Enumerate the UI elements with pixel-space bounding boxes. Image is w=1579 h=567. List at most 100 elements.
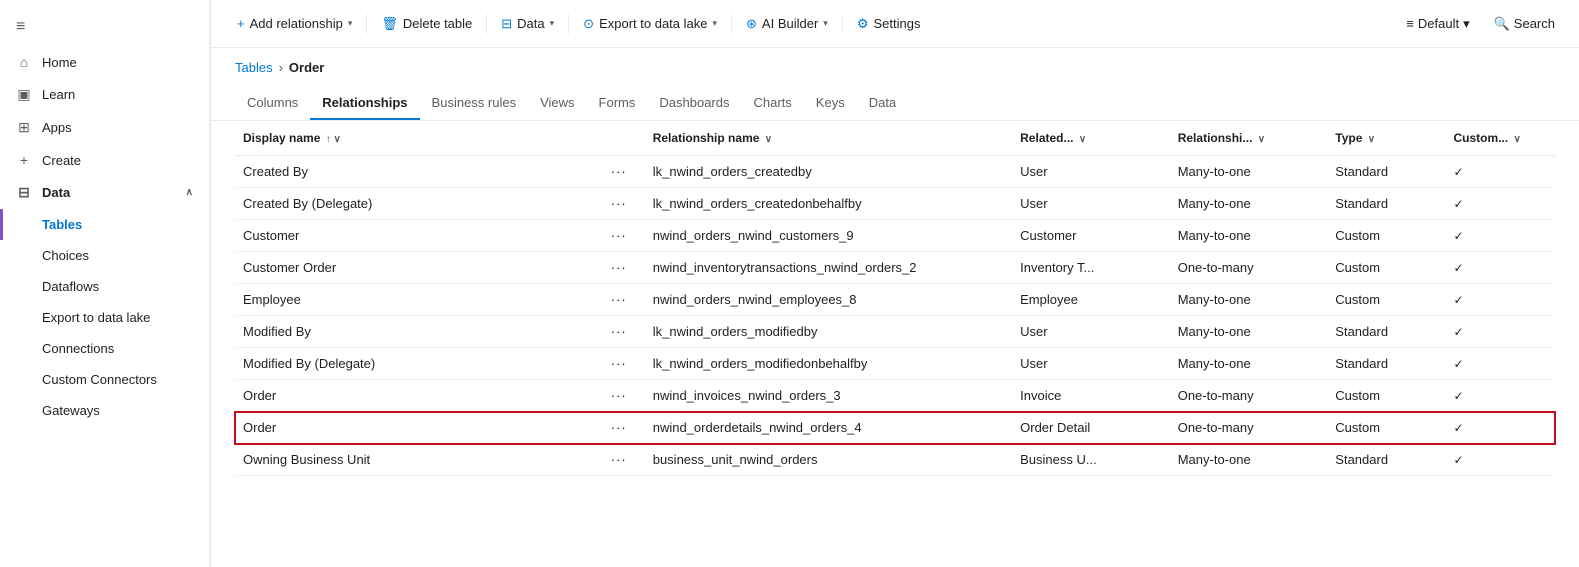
tab-views[interactable]: Views [528,87,586,120]
delete-table-label: Delete table [403,16,472,31]
sidebar-item-choices[interactable]: Choices [0,240,209,271]
data-toolbar-icon: ⊟ [501,16,512,32]
cell-type-4: Custom [1327,284,1445,316]
sidebar-item-tables[interactable]: Tables [0,209,209,240]
cell-relname-3: nwind_inventorytransactions_nwind_orders… [645,252,1012,284]
check-icon: ✓ [1453,197,1463,211]
sidebar-item-gateways[interactable]: Gateways [0,395,209,426]
table-row[interactable]: Order ··· nwind_orderdetails_nwind_order… [235,412,1555,444]
sidebar-item-connections[interactable]: Connections [0,333,209,364]
ai-builder-button[interactable]: ⊛ AI Builder ▾ [736,10,838,38]
tab-relationships[interactable]: Relationships [310,87,419,120]
tab-data[interactable]: Data [857,87,908,120]
cell-dots-3[interactable]: ··· [603,252,645,284]
table-row[interactable]: Owning Business Unit ··· business_unit_n… [235,444,1555,476]
cell-relship-0: Many-to-one [1170,156,1328,188]
cell-dots-0[interactable]: ··· [603,156,645,188]
th-relationship-name[interactable]: Relationship name ∨ [645,121,1012,156]
tab-keys[interactable]: Keys [804,87,857,120]
cell-dots-7[interactable]: ··· [603,380,645,412]
cell-dots-9[interactable]: ··· [603,444,645,476]
search-label: Search [1514,16,1555,31]
cell-custom-6: ✓ [1445,348,1555,380]
th-type[interactable]: Type ∨ [1327,121,1445,156]
tab-dashboards[interactable]: Dashboards [647,87,741,120]
cell-dots-4[interactable]: ··· [603,284,645,316]
table-row[interactable]: Created By (Delegate) ··· lk_nwind_order… [235,188,1555,220]
th-custom[interactable]: Custom... ∨ [1445,121,1555,156]
sidebar-item-apps-label: Apps [42,120,72,135]
table-row[interactable]: Modified By (Delegate) ··· lk_nwind_orde… [235,348,1555,380]
table-row[interactable]: Order ··· nwind_invoices_nwind_orders_3 … [235,380,1555,412]
tab-business-rules[interactable]: Business rules [420,87,529,120]
sidebar-item-home[interactable]: ⌂ Home [0,46,209,78]
breadcrumb: Tables › Order [235,60,1555,75]
hamburger-button[interactable]: ≡ [0,8,209,46]
delete-table-button[interactable]: 🗑 Delete table [371,10,482,38]
ai-chevron-icon: ▾ [823,18,828,29]
create-icon: + [16,152,32,168]
cell-type-7: Custom [1327,380,1445,412]
cell-display-3: Customer Order [235,252,603,284]
main-content: + Add relationship ▾ 🗑 Delete table ⊟ Da… [211,0,1579,567]
ai-icon: ⊛ [746,16,757,32]
search-icon: 🔍 [1494,16,1510,32]
export-button[interactable]: ⊙ Export to data lake ▾ [573,10,727,38]
sidebar-item-create[interactable]: + Create [0,144,209,176]
table-row[interactable]: Created By ··· lk_nwind_orders_createdby… [235,156,1555,188]
sidebar-item-dataflows[interactable]: Dataflows [0,271,209,302]
cell-custom-0: ✓ [1445,156,1555,188]
cell-type-8: Custom [1327,412,1445,444]
check-icon: ✓ [1453,325,1463,339]
cell-display-1: Created By (Delegate) [235,188,603,220]
cell-related-6: User [1012,348,1170,380]
separator-3 [568,14,569,34]
sidebar-item-export[interactable]: Export to data lake [0,302,209,333]
cell-relname-5: lk_nwind_orders_modifiedby [645,316,1012,348]
default-button[interactable]: ≡ Default ▾ [1398,12,1477,36]
apps-icon: ⊞ [16,119,32,136]
cell-dots-5[interactable]: ··· [603,316,645,348]
tab-forms[interactable]: Forms [587,87,648,120]
cell-related-1: User [1012,188,1170,220]
cell-type-6: Standard [1327,348,1445,380]
breadcrumb-tables-link[interactable]: Tables [235,60,273,75]
table-row[interactable]: Customer Order ··· nwind_inventorytransa… [235,252,1555,284]
export-label: Export to data lake [599,16,707,31]
cell-dots-8[interactable]: ··· [603,412,645,444]
tabs: Columns Relationships Business rules Vie… [211,79,1579,121]
check-icon: ✓ [1453,389,1463,403]
sidebar-item-learn[interactable]: ▣ Learn [0,78,209,111]
export-chevron-icon: ▾ [712,18,717,29]
data-icon: ⊟ [16,184,32,201]
th-related[interactable]: Related... ∨ [1012,121,1170,156]
check-icon: ✓ [1453,453,1463,467]
sidebar-item-data[interactable]: ⊟ Data ∧ [0,176,209,209]
th-display-name[interactable]: Display name ↑ ∨ [235,121,603,156]
sidebar-item-apps[interactable]: ⊞ Apps [0,111,209,144]
add-relationship-button[interactable]: + Add relationship ▾ [227,10,362,37]
cell-custom-2: ✓ [1445,220,1555,252]
sidebar-item-home-label: Home [42,55,77,70]
tab-charts[interactable]: Charts [742,87,804,120]
cell-display-4: Employee [235,284,603,316]
settings-button[interactable]: ⚙ Settings [847,10,931,38]
cell-dots-6[interactable]: ··· [603,348,645,380]
tab-columns[interactable]: Columns [235,87,310,120]
default-chevron-icon: ▾ [1463,16,1470,32]
table-row[interactable]: Customer ··· nwind_orders_nwind_customer… [235,220,1555,252]
cell-related-2: Customer [1012,220,1170,252]
cell-relname-7: nwind_invoices_nwind_orders_3 [645,380,1012,412]
sidebar-item-data-label: Data [42,185,70,200]
cell-relname-0: lk_nwind_orders_createdby [645,156,1012,188]
cell-dots-2[interactable]: ··· [603,220,645,252]
th-relationship[interactable]: Relationshi... ∨ [1170,121,1328,156]
data-button[interactable]: ⊟ Data ▾ [491,10,564,38]
cell-dots-1[interactable]: ··· [603,188,645,220]
table-row[interactable]: Employee ··· nwind_orders_nwind_employee… [235,284,1555,316]
search-button[interactable]: 🔍 Search [1486,12,1563,36]
sidebar-item-custom-connectors[interactable]: Custom Connectors [0,364,209,395]
settings-label: Settings [873,16,920,31]
table-row[interactable]: Modified By ··· lk_nwind_orders_modified… [235,316,1555,348]
cell-custom-3: ✓ [1445,252,1555,284]
